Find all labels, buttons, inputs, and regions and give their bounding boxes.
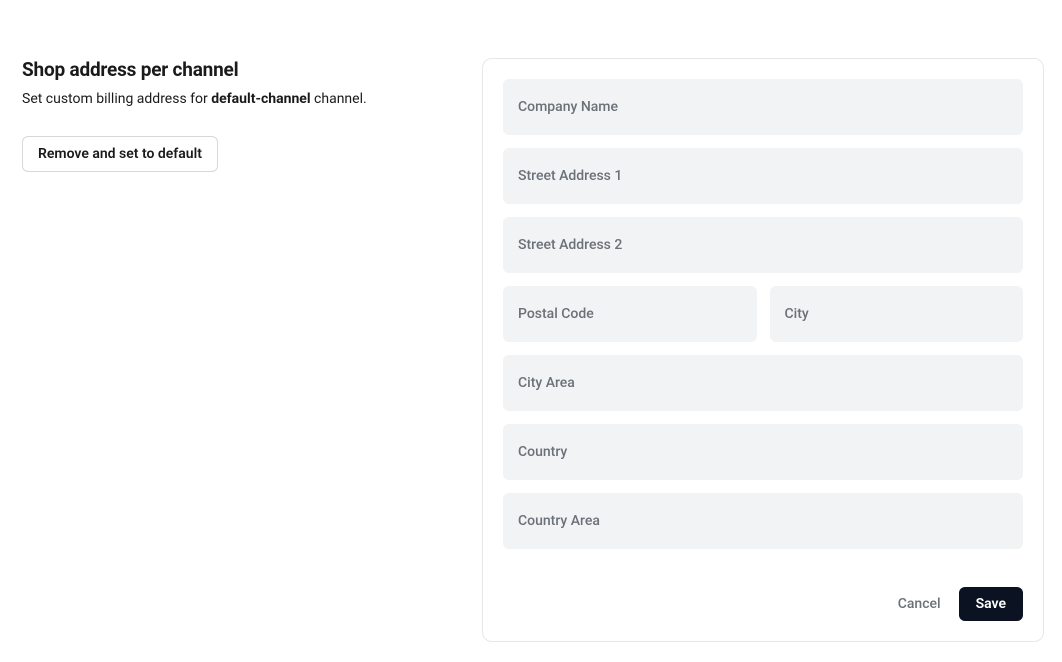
save-button[interactable]: Save (959, 587, 1023, 621)
postal-city-row: Postal Code City (503, 286, 1023, 342)
form-fields: Company Name Street Address 1 Street Add… (503, 79, 1023, 549)
address-form-card: Company Name Street Address 1 Street Add… (482, 58, 1044, 642)
shop-address-section: Shop address per channel Set custom bill… (0, 0, 1062, 662)
street-address-2-input-wrap[interactable]: Street Address 2 (503, 217, 1023, 273)
section-title: Shop address per channel (22, 58, 442, 81)
city-field: City (770, 286, 1024, 342)
description-suffix: channel. (311, 91, 367, 107)
form-actions: Cancel Save (503, 587, 1023, 621)
postal-code-field: Postal Code (503, 286, 757, 342)
company-name-input-wrap[interactable]: Company Name (503, 79, 1023, 135)
street-address-1-input-wrap[interactable]: Street Address 1 (503, 148, 1023, 204)
city-area-input-wrap[interactable]: City Area (503, 355, 1023, 411)
company-name-field: Company Name (503, 79, 1023, 135)
city-input-wrap[interactable]: City (770, 286, 1024, 342)
section-description: Set custom billing address for default-c… (22, 89, 442, 110)
street-address-2-field: Street Address 2 (503, 217, 1023, 273)
section-info-panel: Shop address per channel Set custom bill… (22, 58, 442, 642)
channel-name: default-channel (211, 91, 310, 107)
street-address-1-field: Street Address 1 (503, 148, 1023, 204)
country-area-input-wrap[interactable]: Country Area (503, 493, 1023, 549)
description-prefix: Set custom billing address for (22, 91, 211, 107)
country-input-wrap[interactable]: Country (503, 424, 1023, 480)
country-field: Country (503, 424, 1023, 480)
remove-set-default-button[interactable]: Remove and set to default (22, 136, 218, 172)
cancel-button[interactable]: Cancel (894, 588, 945, 620)
city-area-field: City Area (503, 355, 1023, 411)
country-area-field: Country Area (503, 493, 1023, 549)
postal-code-input-wrap[interactable]: Postal Code (503, 286, 757, 342)
